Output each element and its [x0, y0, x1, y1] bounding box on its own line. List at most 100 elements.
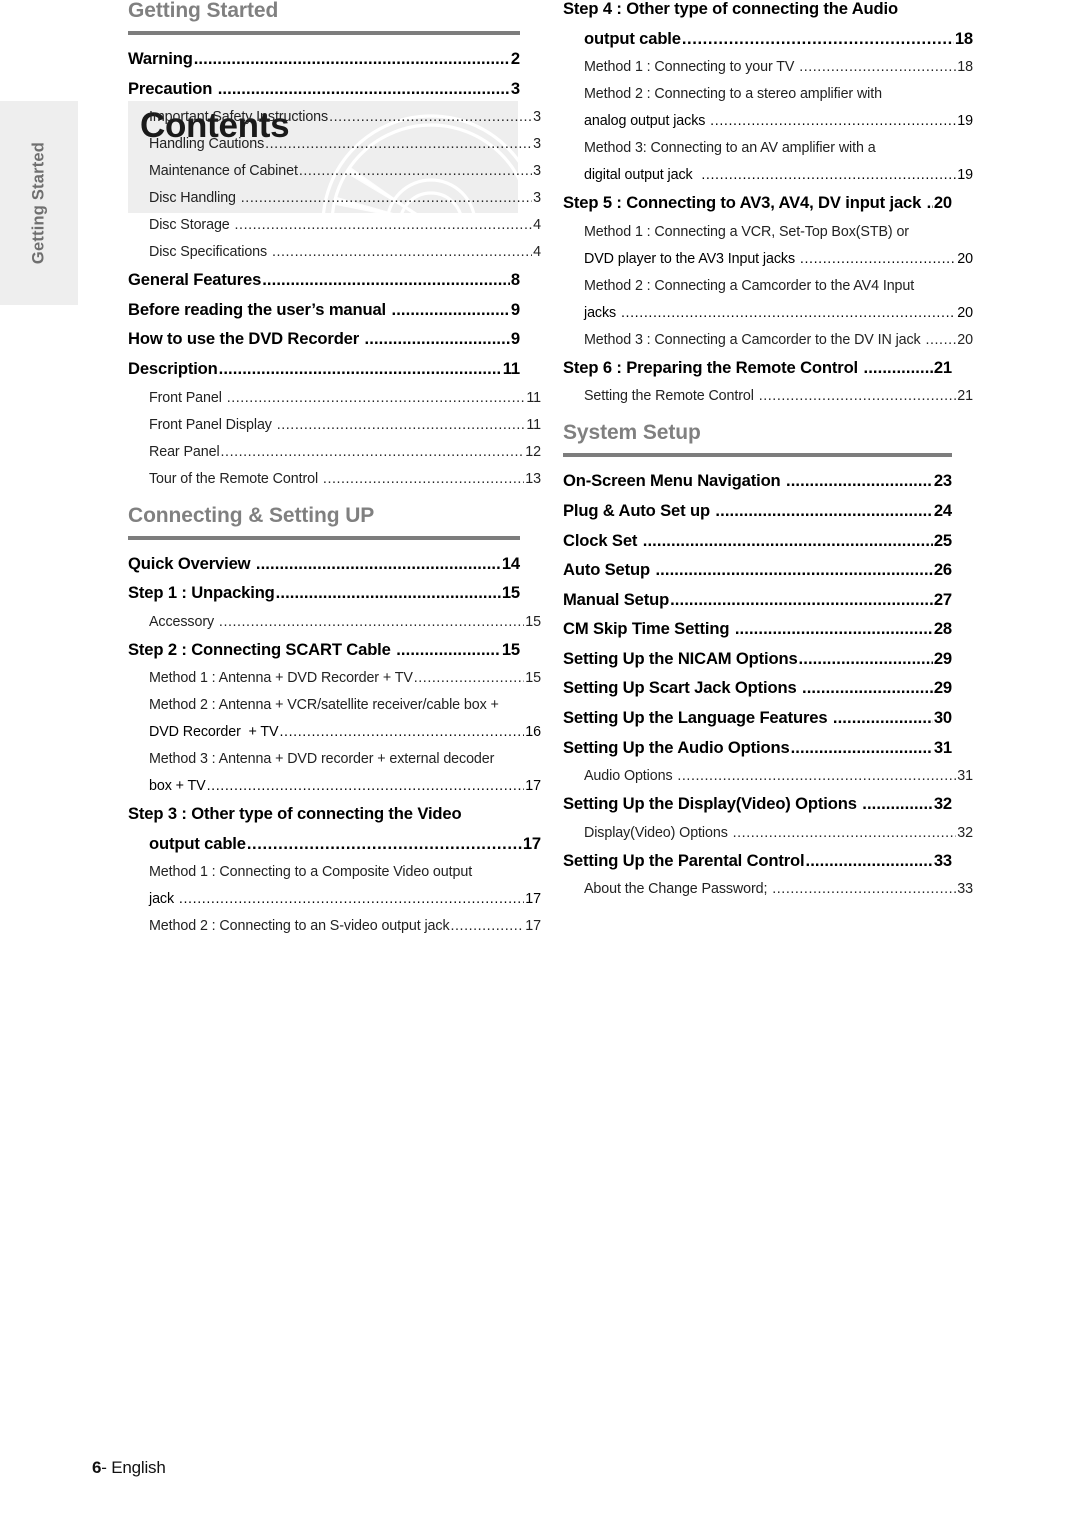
toc-leader-dots: [247, 835, 522, 854]
toc-entry[interactable]: Step 4 : Other type of connecting the Au…: [563, 0, 952, 19]
toc-entry[interactable]: jack 17: [149, 891, 541, 907]
toc-entry-page-number: 9: [510, 329, 520, 349]
toc-entry-page-number: 3: [533, 109, 541, 126]
toc-entry-label: Quick Overview: [128, 553, 255, 573]
toc-entry[interactable]: Setting Up the Audio Options 31: [563, 738, 952, 758]
toc-entry[interactable]: Step 1 : Unpacking 15: [128, 584, 520, 603]
toc-entry[interactable]: DVD player to the AV3 Input jacks 20: [584, 251, 973, 267]
section-rule-system-setup: [563, 453, 952, 458]
toc-entry-label: output cable: [584, 28, 681, 48]
toc-entry[interactable]: output cable 18: [584, 28, 973, 49]
toc-entry[interactable]: Method 3 : Antenna + DVD recorder + exte…: [149, 751, 541, 767]
toc-entry[interactable]: Auto Setup 26: [563, 561, 952, 580]
toc-entry-label: Method 2 : Connecting to an S-video outp…: [149, 918, 450, 935]
toc-entry-page-number: 30: [933, 707, 952, 727]
toc-entry[interactable]: Setting Up the Language Features 30: [563, 707, 952, 728]
toc-entry[interactable]: jacks 20: [584, 305, 973, 321]
toc-entry[interactable]: Warning 2: [128, 49, 520, 69]
toc-entry-page-number: 20: [957, 304, 973, 321]
toc-entry[interactable]: Step 5 : Connecting to AV3, AV4, DV inpu…: [563, 194, 952, 213]
toc-entry[interactable]: Method 2 : Connecting a Camcorder to the…: [584, 278, 973, 294]
toc-entry[interactable]: Quick Overview 14: [128, 553, 520, 574]
toc-entry-label: Maintenance of Cabinet: [149, 163, 298, 180]
toc-entry[interactable]: Plug & Auto Set up 24: [563, 501, 952, 521]
toc-leader-dots: [863, 359, 932, 378]
toc-entry[interactable]: Disc Specifications 4: [149, 244, 541, 260]
toc-entry-label: Audio Options: [584, 768, 677, 785]
toc-entry[interactable]: How to use the DVD Recorder 9: [128, 330, 520, 349]
toc-entry[interactable]: General Features 8: [128, 271, 520, 290]
toc-entry[interactable]: Precaution 3: [128, 79, 520, 99]
toc-entry[interactable]: Method 2 : Antenna + VCR/satellite recei…: [149, 697, 541, 713]
toc-entry[interactable]: Important Safety Instructions 3: [149, 109, 541, 125]
toc-leader-dots: [759, 388, 957, 404]
toc-entry[interactable]: Handling Cautions 3: [149, 136, 541, 152]
toc-entry[interactable]: analog output jacks 19: [584, 113, 973, 129]
toc-entry[interactable]: Rear Panel 12: [149, 444, 541, 460]
toc-entry-label: Manual Setup: [563, 589, 670, 609]
toc-entry-label: Method 2 : Connecting to a stereo amplif…: [584, 86, 882, 103]
toc-entry[interactable]: Method 1 : Connecting to your TV 18: [584, 59, 973, 75]
toc-entry[interactable]: CM Skip Time Setting 28: [563, 620, 952, 639]
toc-entry[interactable]: Display(Video) Options 32: [584, 825, 973, 841]
toc-column-left: Getting StartedWarning2Precaution 3Impor…: [128, 0, 541, 945]
toc-entry-label: output cable: [149, 833, 246, 853]
toc-entry[interactable]: On-Screen Menu Navigation 23: [563, 472, 952, 491]
toc-entry-page-number: 3: [533, 190, 541, 207]
toc-entry[interactable]: Before reading the user’s manual 9: [128, 299, 520, 320]
section-thumb-tab-label: Getting Started: [29, 141, 48, 265]
toc-entry[interactable]: Method 1 : Connecting a VCR, Set-Top Box…: [584, 224, 973, 240]
toc-entry[interactable]: Setting Up Scart Jack Options 29: [563, 679, 952, 698]
toc-entry[interactable]: Setting Up the Parental Control 33: [563, 851, 952, 871]
toc-entry[interactable]: output cable 17: [149, 833, 541, 854]
toc-entry-page-number: 11: [526, 416, 541, 433]
toc-entry[interactable]: Method 2 : Connecting to an S-video outp…: [149, 918, 541, 934]
toc-entry[interactable]: Maintenance of Cabinet 3: [149, 163, 541, 179]
toc-entry[interactable]: Setting Up the Display(Video) Options 32: [563, 795, 952, 814]
toc-leader-dots: [179, 891, 524, 907]
toc-entry[interactable]: Method 3 : Connecting a Camcorder to the…: [584, 332, 973, 348]
toc-leader-dots: [276, 584, 501, 603]
toc-entry-label: Setting Up the Display(Video) Options: [563, 794, 862, 814]
toc-entry-page-number: 18: [954, 28, 973, 48]
toc-entry[interactable]: Disc Storage 4: [149, 217, 541, 233]
toc-leader-dots: [396, 641, 501, 660]
toc-entry[interactable]: Method 1 : Connecting to a Composite Vid…: [149, 864, 541, 880]
toc-entry[interactable]: Accessory 15: [149, 614, 541, 630]
toc-leader-dots: [701, 167, 956, 183]
toc-entry[interactable]: box + TV 17: [149, 778, 541, 794]
toc-leader-dots: [241, 190, 532, 206]
toc-entry[interactable]: Tour of the Remote Control 13: [149, 471, 541, 487]
toc-entry[interactable]: Method 3: Connecting to an AV amplifier …: [584, 140, 973, 156]
toc-entry-label: Handling Cautions: [149, 136, 265, 153]
toc-leader-dots: [329, 109, 532, 125]
toc-entry[interactable]: Description 11: [128, 359, 520, 379]
toc-entry-label: Warning: [128, 49, 193, 69]
toc-entry[interactable]: Front Panel 11: [149, 390, 541, 406]
footer-language: English: [111, 1458, 166, 1477]
toc-entry[interactable]: Manual Setup 27: [563, 589, 952, 610]
toc-entry[interactable]: Setting the Remote Control 21: [584, 388, 973, 404]
toc-leader-dots: [262, 271, 510, 290]
toc-entry-label: Before reading the user’s manual: [128, 299, 391, 319]
toc-entry[interactable]: Disc Handling 3: [149, 190, 541, 206]
toc-entry-page-number: 18: [957, 59, 973, 76]
toc-entry[interactable]: Step 6 : Preparing the Remote Control 21: [563, 358, 952, 378]
toc-entry[interactable]: Audio Options 31: [584, 768, 973, 784]
toc-entry-label: Clock Set: [563, 530, 642, 550]
toc-entry-label: Step 3 : Other type of connecting the Vi…: [128, 804, 462, 824]
toc-entry-label: Method 3 : Connecting a Camcorder to the…: [584, 331, 925, 348]
toc-entry[interactable]: Step 2 : Connecting SCART Cable 15: [128, 640, 520, 660]
toc-entry[interactable]: digital output jack 19: [584, 167, 973, 183]
toc-entry[interactable]: Setting Up the NICAM Options 29: [563, 649, 952, 669]
toc-entry[interactable]: About the Change Password; 33: [584, 881, 973, 897]
toc-entry[interactable]: Method 2 : Connecting to a stereo amplif…: [584, 86, 973, 102]
page-footer: 6- English: [92, 1458, 166, 1478]
toc-entry[interactable]: Step 3 : Other type of connecting the Vi…: [128, 805, 520, 824]
toc-entry[interactable]: Clock Set 25: [563, 530, 952, 551]
toc-entry-label: Front Panel Display: [149, 416, 276, 433]
section-thumb-tab: Getting Started: [0, 101, 78, 305]
toc-entry[interactable]: Method 1 : Antenna + DVD Recorder + TV 15: [149, 670, 541, 686]
toc-entry[interactable]: DVD Recorder + TV 16: [149, 724, 541, 740]
toc-entry[interactable]: Front Panel Display 11: [149, 417, 541, 433]
